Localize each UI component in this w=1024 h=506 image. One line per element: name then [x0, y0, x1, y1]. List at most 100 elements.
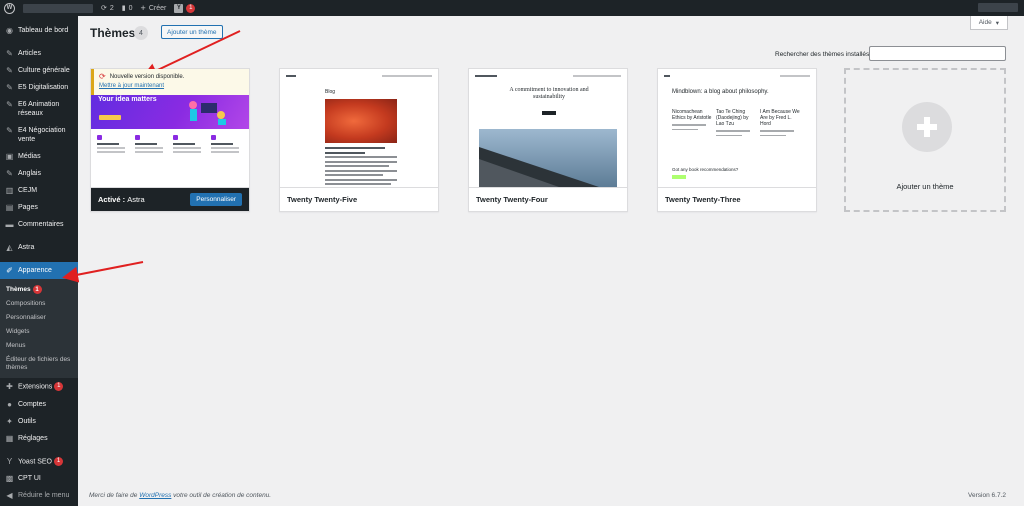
astra-feature-3	[173, 135, 205, 155]
astra-feature-2	[135, 135, 167, 155]
help-button[interactable]: Aide ▾	[969, 16, 1008, 30]
tt4-building-image	[479, 129, 617, 187]
theme-screenshot-astra[interactable]: ⟳ Nouvelle version disponible. Mettre à j…	[91, 69, 249, 187]
tt4-cta-button	[542, 111, 556, 115]
brush-icon: ✐	[6, 266, 13, 275]
yoast-badge: 1	[186, 3, 196, 13]
astra-hero-button	[99, 115, 121, 120]
sidebar-item-extensions[interactable]: ✚ Extensions 1	[0, 378, 78, 395]
caret-down-icon: ▾	[995, 19, 999, 27]
sidebar-item-pages[interactable]: ▤ Pages	[0, 199, 78, 216]
tt3-post-1: Nicomachean Ethics by Aristotle	[672, 109, 712, 130]
plus-circle-icon	[902, 102, 952, 152]
theme-count-badge: 4	[134, 26, 148, 40]
tt4-heading: A commitment to innovation and sustainab…	[509, 87, 589, 100]
user-account-redacted[interactable]	[978, 3, 1018, 12]
tt3-post-3: I Am Because We Are by Fred L. Hord	[760, 109, 800, 136]
wrench-icon: ✦	[6, 416, 13, 426]
theme-card-astra[interactable]: ⟳ Nouvelle version disponible. Mettre à j…	[90, 68, 250, 212]
theme-card-twenty-twenty-four[interactable]: A commitment to innovation and sustainab…	[468, 68, 628, 212]
extensions-badge: 1	[54, 382, 64, 392]
theme-screenshot-tt5[interactable]: Blog	[280, 69, 438, 187]
apparence-submenu: Thèmes 1 Compositions Personnaliser Widge…	[0, 279, 78, 379]
sidebar-item-reglages[interactable]: ▦ Réglages	[0, 430, 78, 447]
customize-button[interactable]: Personnaliser	[190, 193, 242, 206]
update-now-link[interactable]: Mettre à jour maintenant	[99, 83, 244, 89]
pin-icon: ▥	[5, 186, 14, 195]
submenu-compositions[interactable]: Compositions	[0, 297, 78, 311]
pin-icon: ✎	[6, 66, 13, 75]
collapse-icon: ◀	[6, 490, 13, 500]
yoast-seo-badge: 1	[54, 456, 63, 466]
admin-sidebar: ◉ Tableau de bord ✎ Articles ✎ Culture géné…	[0, 16, 78, 506]
comments-menu[interactable]: ▮ 0	[118, 0, 137, 16]
sidebar-item-dashboard[interactable]: ◉ Tableau de bord	[0, 22, 78, 39]
submenu-menus[interactable]: Menus	[0, 339, 78, 353]
site-name-redacted	[23, 3, 93, 13]
sidebar-item-cptui[interactable]: ▩ CPT UI	[0, 470, 78, 487]
astra-illustration	[189, 101, 226, 125]
plugin-icon: ✚	[6, 382, 13, 392]
yoast-menu[interactable]: Y 1	[170, 0, 199, 16]
theme-screenshot-tt3[interactable]: Mindblown: a blog about philosophy. Nico…	[658, 69, 816, 187]
sidebar-item-anglais[interactable]: ✎ Anglais	[0, 165, 78, 182]
theme-card-twenty-twenty-three[interactable]: Mindblown: a blog about philosophy. Nico…	[657, 68, 817, 212]
sidebar-item-e5[interactable]: ✎ E5 Digitalisation	[0, 79, 78, 96]
pin-icon: ✎	[6, 100, 13, 109]
submenu-themes[interactable]: Thèmes 1	[0, 282, 78, 297]
sidebar-item-e4[interactable]: ✎ E4 Négociation vente	[0, 122, 78, 148]
yoast-icon: Y	[174, 3, 184, 13]
sidebar-item-astra[interactable]: ◭ Astra	[0, 239, 78, 256]
submenu-widgets[interactable]: Widgets	[0, 325, 78, 339]
yoast-icon: Y	[6, 456, 13, 466]
sidebar-item-comptes[interactable]: ● Comptes	[0, 396, 78, 413]
pin-icon: ✎	[6, 83, 13, 92]
sidebar-item-yoast[interactable]: Y Yoast SEO 1	[0, 453, 78, 470]
tt3-question: Got any book recommendations?	[672, 167, 739, 172]
settings-icon: ▦	[5, 433, 14, 443]
tt3-title: Mindblown: a blog about philosophy.	[672, 89, 769, 95]
footer-thanks: Merci de faire de WordPress votre outil …	[89, 492, 272, 499]
theme-name-bar-astra: Activé : Astra Personnaliser	[91, 187, 249, 211]
pin-icon: ✎	[6, 169, 13, 178]
sidebar-item-e6[interactable]: ✎ E6 Animation réseaux	[0, 96, 78, 122]
themes-update-badge: 1	[32, 285, 42, 294]
dashboard-icon: ◉	[6, 26, 13, 35]
sidebar-item-medias[interactable]: ▣ Médias	[0, 148, 78, 165]
sidebar-item-articles[interactable]: ✎ Articles	[0, 45, 78, 62]
pin-icon: ✎	[6, 49, 13, 58]
submenu-theme-file-editor[interactable]: Éditeur de fichiers des thèmes	[0, 353, 78, 375]
add-theme-button[interactable]: Ajouter un thème	[161, 25, 223, 39]
astra-feature-1	[97, 135, 129, 155]
tt3-green-button	[672, 175, 686, 179]
add-new-theme-card[interactable]: Ajouter un thème	[844, 68, 1006, 212]
updates-menu[interactable]: ⟳ 2	[97, 0, 118, 16]
theme-name-tt5: Twenty Twenty-Five	[280, 187, 438, 211]
tt5-hero-image	[325, 99, 397, 143]
astra-feature-4	[211, 135, 243, 155]
sidebar-collapse-menu[interactable]: ◀ Réduire le menu	[0, 487, 78, 504]
theme-screenshot-tt4[interactable]: A commitment to innovation and sustainab…	[469, 69, 627, 187]
user-icon: ●	[7, 399, 12, 409]
plus-icon: +	[140, 3, 146, 13]
submenu-personnaliser[interactable]: Personnaliser	[0, 311, 78, 325]
search-label: Rechercher des thèmes installés	[775, 51, 870, 58]
sidebar-item-comments[interactable]: ▬ Commentaires	[0, 216, 78, 233]
sidebar-item-culture[interactable]: ✎ Culture générale	[0, 62, 78, 79]
site-name-menu[interactable]	[19, 0, 97, 16]
theme-name-tt4: Twenty Twenty-Four	[469, 187, 627, 211]
create-menu[interactable]: + Créer	[137, 0, 171, 16]
footer-version: Version 6.7.2	[968, 492, 1006, 499]
sidebar-item-apparence[interactable]: ✐ Apparence	[0, 262, 78, 279]
sidebar-item-cejm[interactable]: ▥ CEJM	[0, 182, 78, 199]
tt5-blog-heading: Blog	[325, 89, 336, 95]
active-theme-label: Activé : Astra	[98, 195, 145, 204]
search-themes-input[interactable]	[869, 46, 1006, 61]
update-warning-icon: ⟳	[99, 72, 106, 81]
tt3-post-2: Tao Te Ching (Daodejing) by Lao Tzu	[716, 109, 756, 136]
wp-logo-menu[interactable]: W	[0, 0, 19, 16]
wordpress-link[interactable]: WordPress	[139, 492, 171, 499]
theme-name-tt3: Twenty Twenty-Three	[658, 187, 816, 211]
sidebar-item-outils[interactable]: ✦ Outils	[0, 413, 78, 430]
theme-card-twenty-twenty-five[interactable]: Blog Twenty Twenty-Five	[279, 68, 439, 212]
